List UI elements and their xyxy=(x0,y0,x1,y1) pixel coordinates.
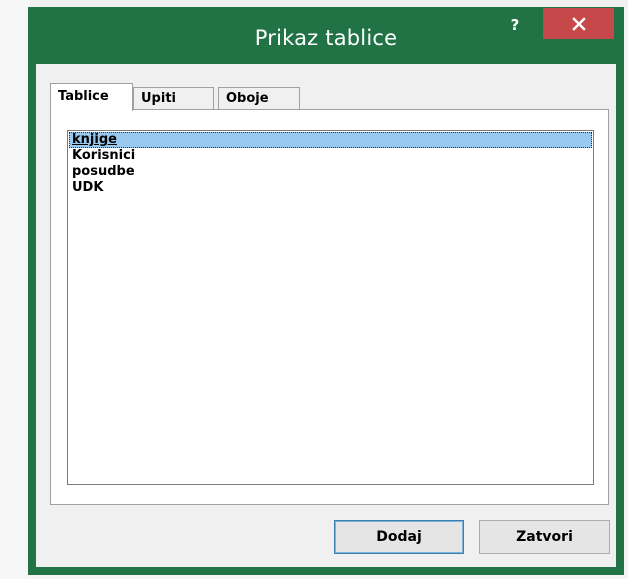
close-icon xyxy=(571,16,586,31)
close-button[interactable] xyxy=(543,8,614,39)
list-item-knjige[interactable]: knjige xyxy=(69,132,592,148)
dialog-title: Prikaz tablice xyxy=(254,26,398,50)
close-dialog-button[interactable]: Zatvori xyxy=(479,520,610,554)
list-item-korisnici[interactable]: Korisnici xyxy=(69,148,592,164)
list-item-udk[interactable]: UDK xyxy=(69,180,592,196)
tab-panel-tablice: knjige Korisnici posudbe UDK xyxy=(50,109,609,505)
background-panel xyxy=(0,0,30,579)
tab-tablice[interactable]: Tablice xyxy=(50,83,133,111)
dialog-titlebar[interactable]: Prikaz tablice ? xyxy=(28,7,624,64)
help-button[interactable]: ? xyxy=(502,13,528,37)
tab-strip: Tablice Upiti Oboje xyxy=(50,83,610,111)
dialog-body: Tablice Upiti Oboje knjige Korisnici pos… xyxy=(36,64,616,567)
tab-upiti[interactable]: Upiti xyxy=(133,87,214,109)
show-table-dialog: Prikaz tablice ? Tablice Upiti Oboje knj… xyxy=(28,7,624,575)
list-item-posudbe[interactable]: posudbe xyxy=(69,164,592,180)
tab-oboje[interactable]: Oboje xyxy=(218,87,300,109)
table-list: knjige Korisnici posudbe UDK xyxy=(69,132,592,196)
add-button[interactable]: Dodaj xyxy=(334,520,464,554)
table-listbox[interactable]: knjige Korisnici posudbe UDK xyxy=(67,130,594,485)
